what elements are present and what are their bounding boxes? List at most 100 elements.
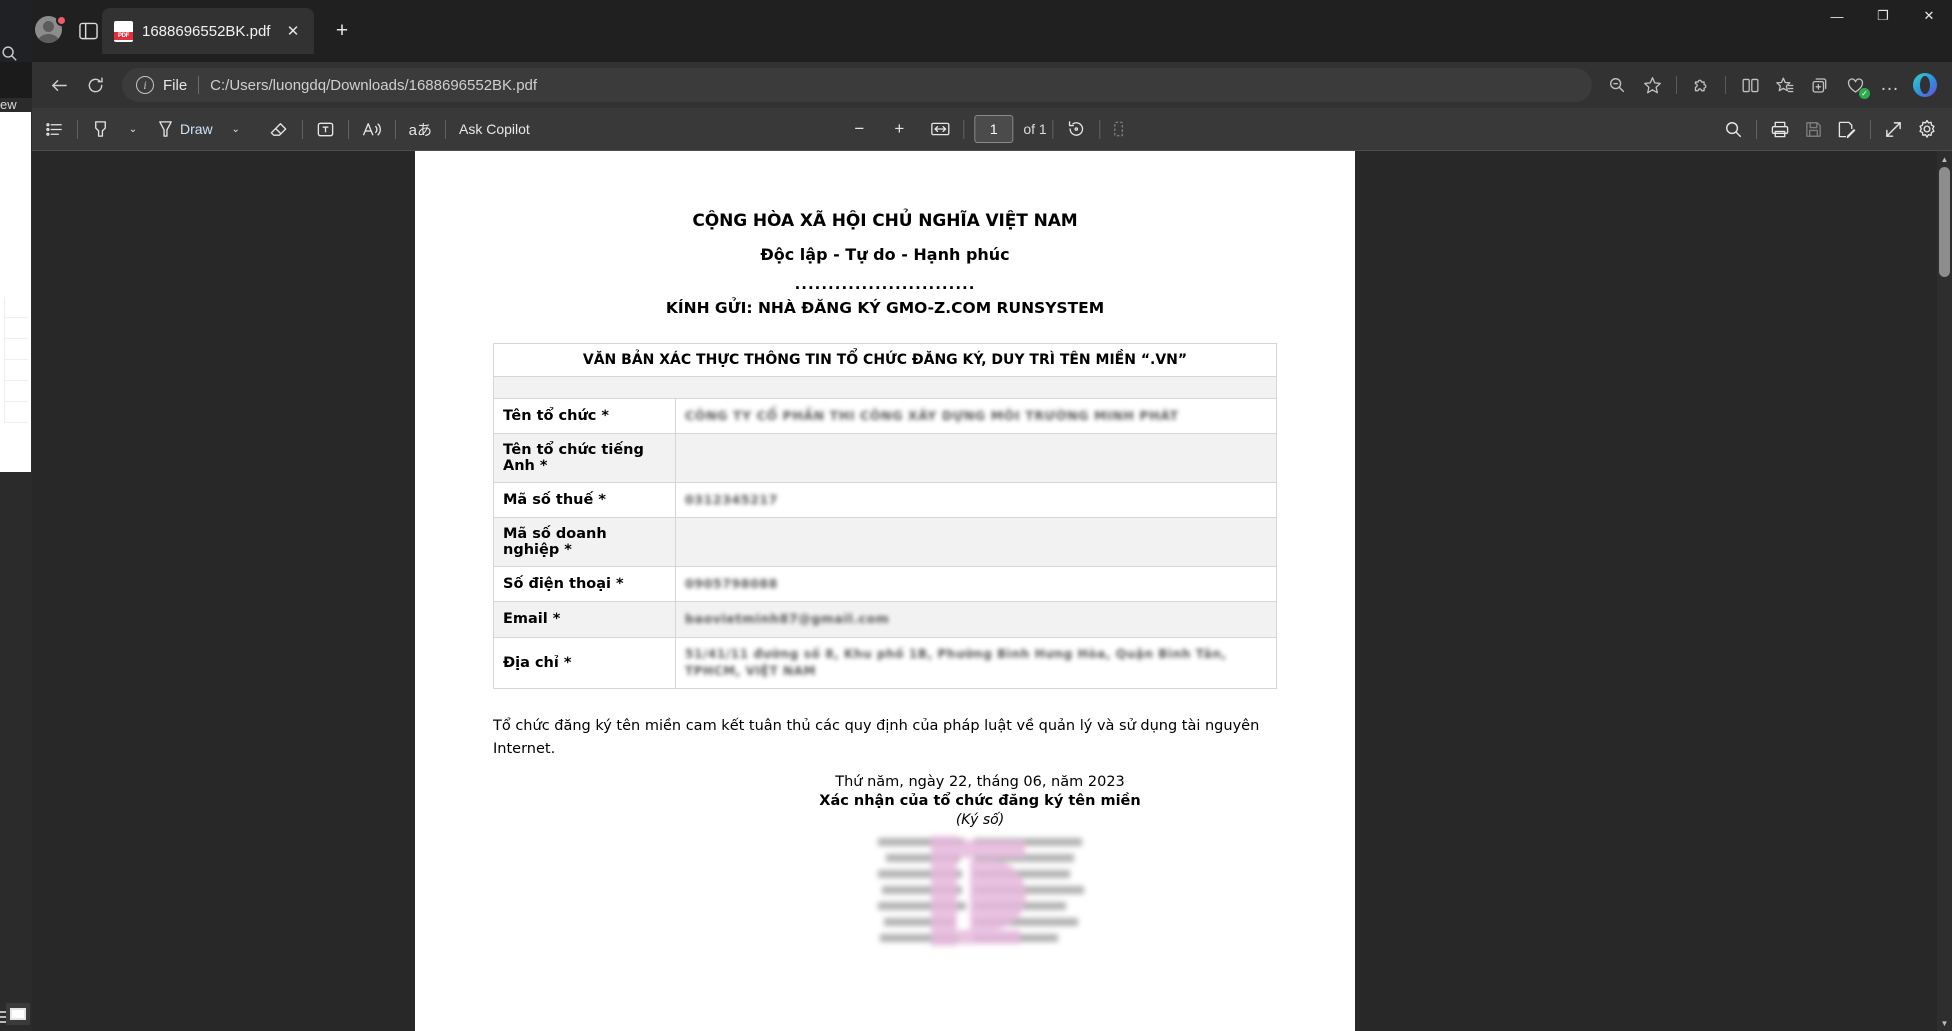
zoom-in-button[interactable]: + [883,113,915,145]
add-text-icon[interactable] [309,113,342,145]
highlight-caret-icon[interactable]: ⌄ [117,113,149,145]
toolbar-divider-8 [1099,119,1101,139]
doc-heading-3: KÍNH GỬI: NHÀ ĐĂNG KÝ GMO-Z.COM RUNSYSTE… [665,299,1105,317]
refresh-button[interactable] [78,68,112,102]
background-window-tabbar [0,62,32,98]
background-window-content [0,112,31,472]
page-number-input[interactable]: 1 [974,115,1014,143]
scroll-up-arrow[interactable]: ▲ [1937,151,1952,167]
toolbar-divider-6 [963,119,965,139]
draw-button[interactable]: Draw [149,113,220,145]
toolbar-divider-2 [1725,76,1726,94]
new-tab-button[interactable]: + [326,16,358,46]
split-screen-icon[interactable] [1733,68,1767,102]
close-window-button[interactable]: ✕ [1906,0,1952,32]
zoom-out-icon[interactable] [1600,68,1634,102]
pdf-toolbar: ⌄ Draw ⌄ aあ Ask Copilot − + 1 of 1 [32,108,1952,151]
table-row: Mã số thuế * 0312345217 [493,482,1277,519]
erase-icon[interactable] [262,113,296,145]
add-tab-group-icon[interactable] [1803,68,1837,102]
row-value [675,517,1277,568]
minimize-button[interactable]: — [1814,0,1860,32]
table-row: Email * baovietminh87@gmail.com [493,601,1277,638]
scroll-down-arrow[interactable]: ▼ [1937,1015,1952,1031]
site-info-icon[interactable]: i [136,76,154,94]
rotate-icon[interactable] [1060,113,1094,145]
address-bar: i File C:/Users/luongdq/Downloads/168869… [32,62,1952,108]
read-aloud-icon[interactable] [355,113,389,145]
redacted-value: 0905798088 [685,576,778,592]
highlight-icon[interactable] [84,113,117,145]
row-label: Mã số thuế * [493,482,676,519]
row-label: Tên tổ chức tiếng Anh * [493,433,676,484]
tab-actions-icon[interactable] [70,15,106,47]
row-value: 51/41/11 đường số 8, Khu phố 1B, Phường … [675,636,1277,690]
ask-copilot-button[interactable]: Ask Copilot [452,113,537,145]
translate-icon[interactable]: aあ [402,113,439,145]
save-as-icon[interactable] [1830,113,1864,145]
browser-essentials-icon[interactable]: ✓ [1838,68,1872,102]
copilot-icon[interactable] [1908,68,1942,102]
toc-icon[interactable] [38,113,71,145]
pdf-toolbar-right [1717,113,1944,145]
vertical-scrollbar[interactable]: ▲ ▼ [1937,151,1952,1031]
toolbar-divider-4 [394,119,396,139]
redacted-value: baovietminh87@gmail.com [685,611,890,627]
table-row: Mã số doanh nghiệp * [493,517,1277,568]
row-label: Số điện thoại * [493,566,676,603]
fit-page-icon[interactable] [923,113,957,145]
zoom-out-button[interactable]: − [843,113,875,145]
save-icon[interactable] [1797,113,1830,145]
draw-caret-icon[interactable]: ⌄ [220,113,252,145]
signature-note: (Ký số) [955,812,1005,829]
background-window[interactable]: ew [0,0,32,1031]
row-label: Địa chỉ * [493,636,676,690]
pdf-viewer[interactable]: CỘNG HÒA XÃ HỘI CHỦ NGHĨA VIỆT NAM Độc l… [32,151,1952,1031]
back-button[interactable] [42,68,76,102]
row-label: Email * [493,601,676,638]
puzzle-icon[interactable] [1684,68,1718,102]
signature-block: Thứ năm, ngày 22, tháng 06, năm 2023 Xác… [493,774,1277,948]
commitment-paragraph: Tổ chức đăng ký tên miền cam kết tuân th… [493,718,1260,757]
close-tab-icon[interactable]: ✕ [282,20,304,42]
page-layout-icon[interactable] [1107,113,1141,145]
table-spacer-row [493,376,1277,399]
table-row: Số điện thoại * 0905798088 [493,566,1277,603]
window-icon[interactable] [6,1003,30,1025]
doc-heading-2: Độc lập - Tự do - Hạnh phúc [760,245,1010,264]
toolbar-divider-9 [1756,119,1757,139]
toolbar-divider-3 [347,119,349,139]
settings-icon[interactable] [1910,113,1944,145]
redacted-value: CÔNG TY CỔ PHẦN THI CÔNG XÂY DỰNG MÔI TR… [685,408,1179,423]
toolbar-divider-7 [1052,119,1054,139]
star-icon[interactable] [1635,68,1669,102]
browser-window: 1688696552BK.pdf ✕ + — ❐ ✕ i File C:/Use… [32,0,1952,1031]
signature-title: Xác nhận của tổ chức đăng ký tên miền [819,793,1141,810]
collections-icon[interactable] [1768,68,1802,102]
row-value [675,433,1277,484]
toolbar-divider-2 [301,119,303,139]
search-icon[interactable] [0,44,22,64]
address-input[interactable]: i File C:/Users/luongdq/Downloads/168869… [122,68,1592,102]
browser-tab[interactable]: 1688696552BK.pdf ✕ [102,8,314,54]
redacted-value: 51/41/11 đường số 8, Khu phố 1B, Phường … [685,646,1232,678]
digital-signature-stamp [874,836,1086,948]
address-bar-actions: ✓ … [1600,68,1942,102]
pdf-page: CỘNG HÒA XÃ HỘI CHỦ NGHĨA VIỆT NAM Độc l… [415,151,1355,1031]
toolbar-divider [77,119,78,139]
print-icon[interactable] [1763,113,1797,145]
fullscreen-icon[interactable] [1877,113,1910,145]
page-total-label: of 1 [1023,121,1047,137]
window-controls: — ❐ ✕ [1814,0,1952,32]
row-value: 0312345217 [675,482,1277,519]
background-window-tab-label: ew [0,97,17,112]
row-label: Tên tổ chức * [493,397,676,435]
search-icon[interactable] [1717,113,1750,145]
scrollbar-thumb[interactable] [1939,167,1950,277]
settings-and-more-button[interactable]: … [1873,68,1907,102]
draw-label: Draw [180,121,213,137]
profile-avatar[interactable] [32,15,68,47]
background-window-rows [4,297,28,427]
doc-dot-separator: ........................... [794,275,976,293]
maximize-button[interactable]: ❐ [1860,0,1906,32]
